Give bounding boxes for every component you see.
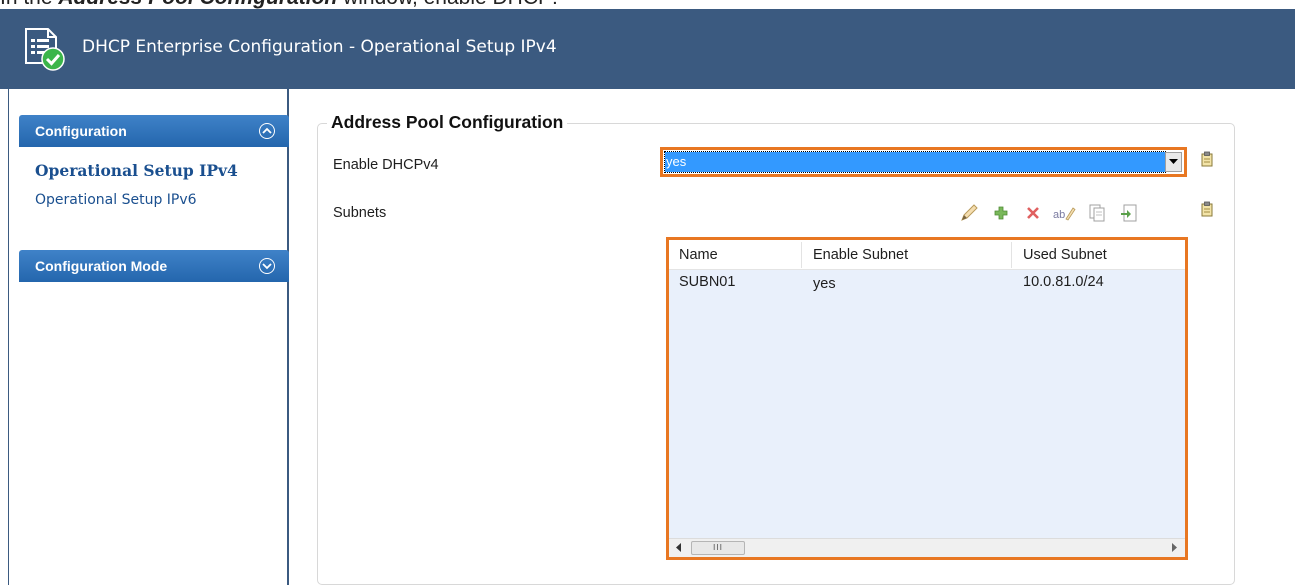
configuration-mode-header-label: Configuration Mode: [35, 258, 168, 274]
configuration-panel-header[interactable]: Configuration: [19, 115, 289, 147]
subnets-grid[interactable]: Name Enable Subnet Used Subnet SUBN01 ye…: [666, 237, 1188, 560]
scroll-left-icon[interactable]: [676, 543, 682, 552]
scroll-right-icon[interactable]: [1172, 543, 1178, 552]
enable-dhcpv4-select[interactable]: yes: [660, 147, 1187, 177]
copy-icon[interactable]: [1081, 201, 1113, 225]
dropdown-arrow-icon[interactable]: [1165, 152, 1182, 172]
enable-dhcpv4-label: Enable DHCPv4: [333, 157, 439, 173]
clipboard-icon[interactable]: [1201, 201, 1213, 217]
paste-icon[interactable]: [1113, 201, 1145, 225]
cell-used-subnet: 10.0.81.0/24: [1023, 274, 1104, 290]
sidebar-item-operational-setup-ipv6[interactable]: Operational Setup IPv6: [35, 192, 197, 208]
cell-name: SUBN01: [679, 274, 736, 290]
scroll-thumb[interactable]: III: [691, 541, 745, 555]
group-title: Address Pool Configuration: [327, 112, 568, 133]
clipboard-icon[interactable]: [1201, 151, 1213, 167]
subnets-toolbar: ab: [953, 201, 1145, 225]
edit-pencil-icon[interactable]: [953, 201, 985, 225]
enable-dhcpv4-value[interactable]: yes: [664, 151, 1166, 173]
configuration-header-label: Configuration: [35, 123, 127, 139]
sidebar: Configuration Operational Setup IPv4 Ope…: [8, 89, 289, 585]
subnets-label: Subnets: [333, 205, 387, 221]
collapse-up-icon[interactable]: [259, 123, 275, 139]
delete-x-icon[interactable]: [1017, 201, 1049, 225]
configuration-document-icon: [25, 28, 65, 71]
column-divider[interactable]: [801, 242, 802, 268]
instruction-text: In the Address Pool Configuration window…: [0, 0, 1295, 9]
add-plus-icon[interactable]: [985, 201, 1017, 225]
table-row[interactable]: SUBN01 yes 10.0.81.0/24: [669, 271, 1185, 299]
column-header-name[interactable]: Name: [679, 247, 718, 263]
cell-enable-subnet: yes: [813, 276, 836, 292]
expand-down-icon[interactable]: [259, 258, 275, 274]
main-content: Address Pool Configuration Enable DHCPv4…: [291, 89, 1295, 585]
svg-text:ab: ab: [1053, 209, 1065, 221]
column-divider[interactable]: [1011, 242, 1012, 268]
grid-header: Name Enable Subnet Used Subnet: [669, 240, 1185, 270]
title-bar: DHCP Enterprise Configuration - Operatio…: [0, 9, 1295, 89]
horizontal-scrollbar[interactable]: III: [669, 538, 1185, 557]
configuration-mode-panel-header[interactable]: Configuration Mode: [19, 250, 289, 282]
column-header-enable-subnet[interactable]: Enable Subnet: [813, 247, 908, 263]
window-title: DHCP Enterprise Configuration - Operatio…: [82, 37, 557, 57]
column-header-used-subnet[interactable]: Used Subnet: [1023, 247, 1107, 263]
sidebar-item-operational-setup-ipv4[interactable]: Operational Setup IPv4: [35, 161, 238, 180]
rename-icon[interactable]: ab: [1049, 201, 1081, 225]
